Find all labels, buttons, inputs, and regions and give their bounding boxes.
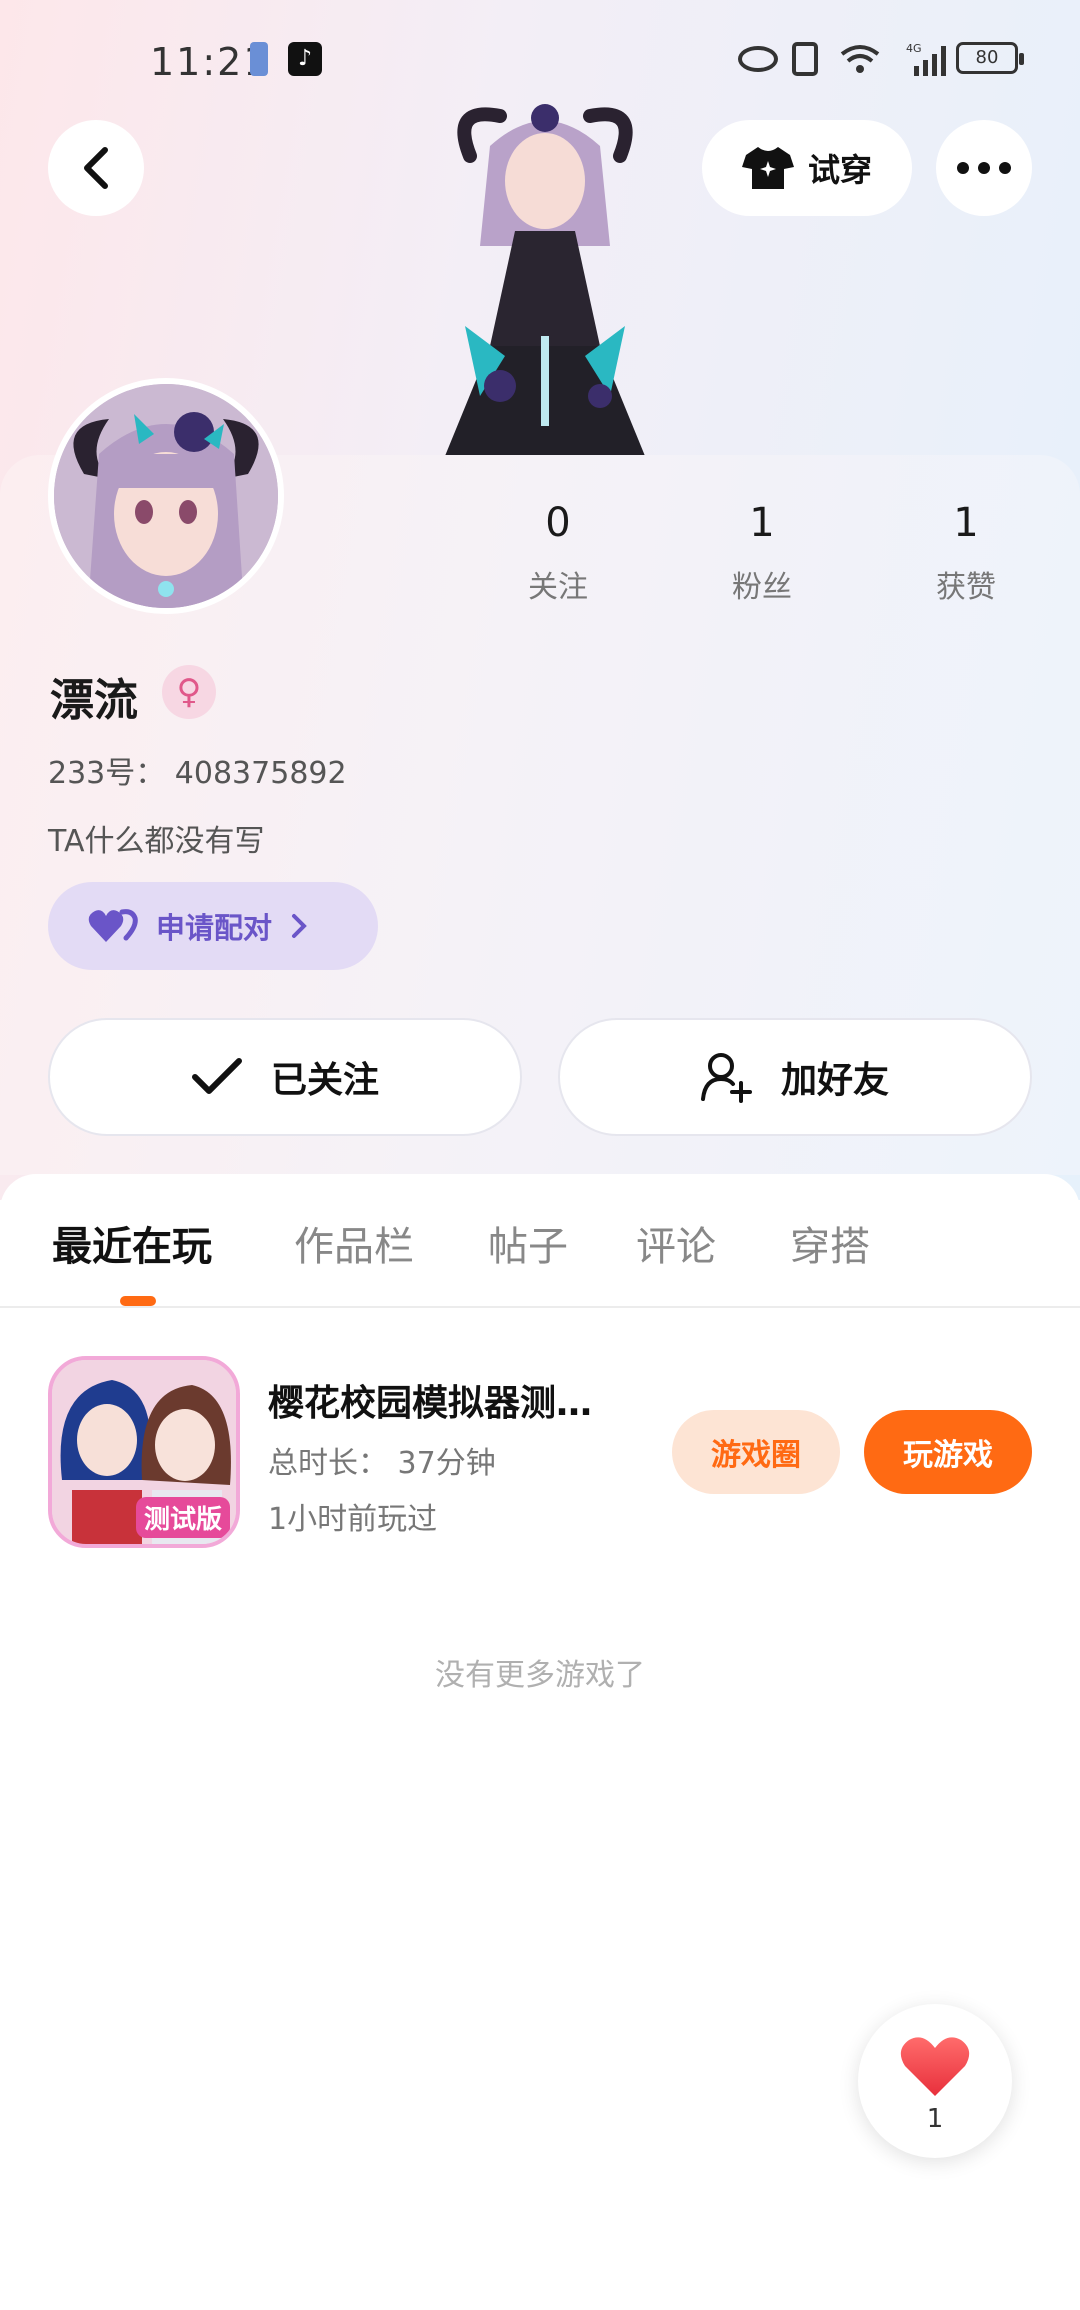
heart-icon xyxy=(900,2037,970,2096)
stat-followers-count: 1 xyxy=(749,500,775,546)
cellular-signal-icon: 4G xyxy=(906,42,946,76)
battery-icon: 80 xyxy=(956,42,1024,74)
stat-likes-label: 获赞 xyxy=(936,570,996,605)
game-title[interactable]: 樱花校园模拟器测… xyxy=(268,1374,658,1426)
active-tab-indicator xyxy=(120,1296,156,1306)
avatar-image xyxy=(54,384,278,608)
double-heart-icon xyxy=(88,909,138,942)
game-icon[interactable]: 测试版 xyxy=(48,1356,240,1548)
chevron-right-icon xyxy=(292,914,307,938)
add-friend-button[interactable]: 加好友 xyxy=(558,1018,1032,1136)
play-game-button[interactable]: 玩游戏 xyxy=(864,1410,1032,1494)
stat-following-count: 0 xyxy=(545,500,571,546)
game-circle-button[interactable]: 游戏圈 xyxy=(672,1410,840,1494)
tab-divider xyxy=(0,1306,1080,1308)
eye-icon xyxy=(738,46,778,72)
tiktok-icon: ♪ xyxy=(288,42,322,76)
chevron-left-icon xyxy=(84,147,108,189)
vibrate-icon xyxy=(792,42,818,76)
stat-followers-label: 粉丝 xyxy=(732,570,792,605)
stat-following-label: 关注 xyxy=(528,570,588,605)
request-match-label: 申请配对 xyxy=(156,911,273,945)
like-button[interactable]: 1 xyxy=(858,2004,1012,2158)
like-count: 1 xyxy=(926,2104,944,2134)
no-more-games-text: 没有更多游戏了 xyxy=(435,1658,645,1693)
game-total-duration: 总时长： 37分钟 xyxy=(268,1446,496,1481)
profile-name: 漂流 xyxy=(50,675,138,726)
tab-comments[interactable]: 评论 xyxy=(636,1214,716,1272)
wifi-icon xyxy=(840,45,880,73)
test-version-badge: 测试版 xyxy=(135,1497,230,1538)
status-bar: 11:21 ♪ 4G 80 xyxy=(0,40,1080,84)
profile-bio: TA什么都没有写 xyxy=(48,824,265,859)
game-last-played: 1小时前玩过 xyxy=(268,1502,438,1537)
tab-works[interactable]: 作品栏 xyxy=(294,1214,414,1272)
user-id: 233号： 408375892 xyxy=(48,756,347,791)
followed-button[interactable]: 已关注 xyxy=(48,1018,522,1136)
try-on-label: 试穿 xyxy=(807,151,872,189)
followed-label: 已关注 xyxy=(270,1060,379,1101)
stat-likes-count: 1 xyxy=(953,500,979,546)
back-button[interactable] xyxy=(48,120,144,216)
more-options-button[interactable] xyxy=(936,120,1032,216)
stat-followers[interactable]: 1 粉丝 xyxy=(692,500,832,606)
checkmark-icon xyxy=(191,1058,242,1094)
ellipsis-icon xyxy=(957,162,1011,174)
character-figure-image xyxy=(445,104,645,456)
tab-recently-played[interactable]: 最近在玩 xyxy=(52,1214,212,1272)
add-friend-label: 加好友 xyxy=(780,1060,889,1101)
svg-text:4G: 4G xyxy=(906,42,922,55)
request-match-button[interactable]: 申请配对 xyxy=(48,882,378,970)
tab-posts[interactable]: 帖子 xyxy=(488,1214,568,1272)
tshirt-icon xyxy=(741,147,794,189)
add-user-icon xyxy=(700,1053,752,1103)
avatar[interactable] xyxy=(48,378,284,614)
female-gender-icon: ♀ xyxy=(162,665,216,719)
tab-outfits[interactable]: 穿搭 xyxy=(790,1214,870,1272)
stat-likes[interactable]: 1 获赞 xyxy=(896,500,1036,606)
charging-icon xyxy=(250,42,268,76)
try-on-button[interactable]: 试穿 xyxy=(702,120,912,216)
stat-following[interactable]: 0 关注 xyxy=(488,500,628,606)
